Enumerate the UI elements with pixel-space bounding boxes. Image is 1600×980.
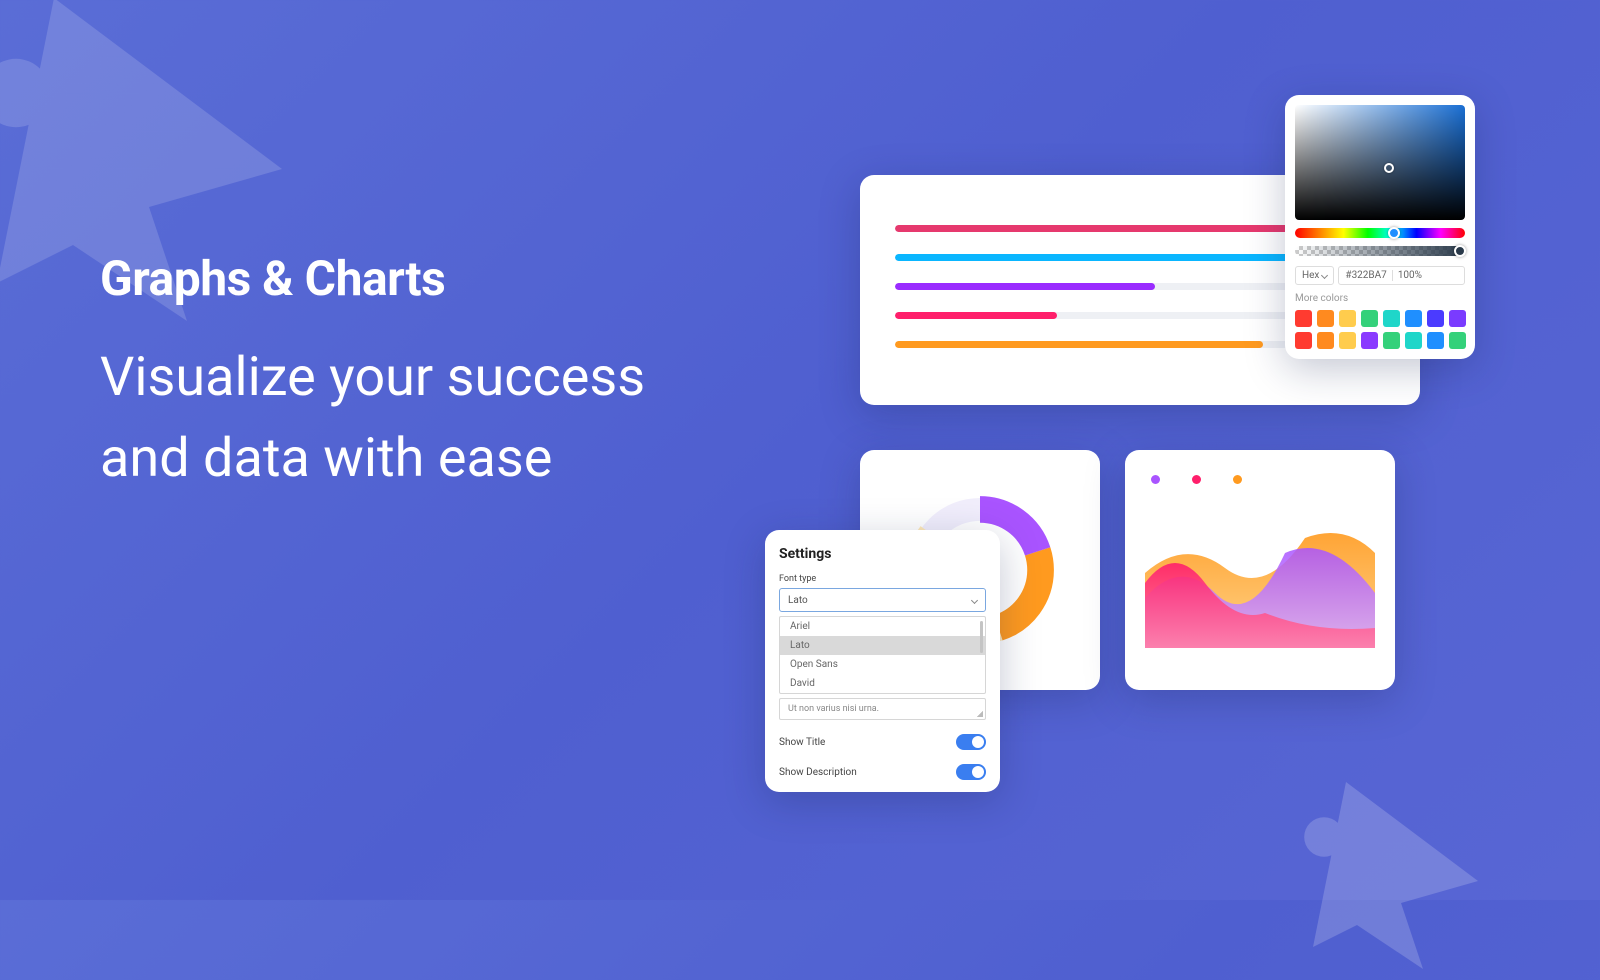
area-chart-legend [1145, 475, 1375, 484]
saturation-value-area[interactable] [1295, 105, 1465, 220]
description-textarea[interactable]: Ut non varius nisi urna. [779, 698, 986, 720]
color-swatch[interactable] [1383, 332, 1400, 349]
color-swatch[interactable] [1295, 310, 1312, 327]
hue-thumb-icon[interactable] [1388, 227, 1400, 239]
color-swatch[interactable] [1427, 332, 1444, 349]
decorative-arrow-icon [1280, 760, 1500, 980]
color-swatch[interactable] [1449, 310, 1466, 327]
color-swatch[interactable] [1405, 332, 1422, 349]
show-description-toggle[interactable] [956, 764, 986, 780]
legend-dot-icon [1151, 475, 1160, 484]
color-swatch[interactable] [1317, 332, 1334, 349]
alpha-thumb-icon[interactable] [1454, 245, 1466, 257]
font-type-label: Font type [779, 574, 986, 584]
color-swatch[interactable] [1383, 310, 1400, 327]
area-chart-card [1125, 450, 1395, 690]
chevron-down-icon [971, 596, 978, 603]
color-swatch[interactable] [1449, 332, 1466, 349]
show-title-toggle[interactable] [956, 734, 986, 750]
color-swatch[interactable] [1317, 310, 1334, 327]
legend-dot-icon [1192, 475, 1201, 484]
scrollbar-thumb[interactable] [980, 621, 983, 653]
alpha-slider[interactable] [1295, 246, 1465, 256]
color-swatch[interactable] [1339, 332, 1356, 349]
alpha-percent: 100% [1398, 270, 1422, 281]
progress-bar-fill [895, 341, 1263, 348]
more-colors-label: More colors [1295, 293, 1465, 304]
font-option[interactable]: Ariel [780, 617, 985, 636]
show-title-label: Show Title [779, 737, 825, 748]
legend-dot-icon [1233, 475, 1242, 484]
color-swatch[interactable] [1295, 332, 1312, 349]
font-type-value: Lato [788, 595, 808, 606]
chevron-down-icon [1321, 272, 1328, 279]
font-type-select[interactable]: Lato [779, 588, 986, 612]
area-chart [1145, 498, 1375, 648]
font-option[interactable]: Lato [780, 636, 985, 655]
hero-text: Graphs & Charts Visualize your success a… [100, 250, 660, 499]
font-option[interactable]: David [780, 674, 985, 693]
settings-panel: Settings Font type Lato ArielLatoOpen Sa… [765, 530, 1000, 792]
color-swatch[interactable] [1361, 332, 1378, 349]
color-swatch[interactable] [1339, 310, 1356, 327]
color-mode-select[interactable]: Hex [1295, 266, 1334, 285]
font-type-dropdown: ArielLatoOpen SansDavid [779, 616, 986, 694]
color-swatch[interactable] [1405, 310, 1422, 327]
color-mode-value: Hex [1302, 270, 1319, 281]
hero-title: Graphs & Charts [100, 250, 660, 307]
hue-slider[interactable] [1295, 228, 1465, 238]
resize-handle-icon[interactable] [977, 711, 983, 717]
hero-subtitle: Visualize your success and data with eas… [100, 337, 660, 499]
progress-bar-fill [895, 283, 1155, 290]
description-text: Ut non varius nisi urna. [788, 704, 879, 714]
hex-value-field[interactable]: #322BA7 100% [1338, 266, 1465, 285]
font-option[interactable]: Open Sans [780, 655, 985, 674]
color-swatch[interactable] [1427, 310, 1444, 327]
color-swatch[interactable] [1361, 310, 1378, 327]
settings-title: Settings [779, 546, 986, 562]
swatch-grid [1295, 310, 1465, 349]
sv-cursor-icon[interactable] [1384, 163, 1394, 173]
color-picker-panel: Hex #322BA7 100% More colors [1285, 95, 1475, 359]
hex-code: #322BA7 [1345, 270, 1386, 281]
progress-bar-fill [895, 312, 1057, 319]
show-description-label: Show Description [779, 767, 857, 778]
